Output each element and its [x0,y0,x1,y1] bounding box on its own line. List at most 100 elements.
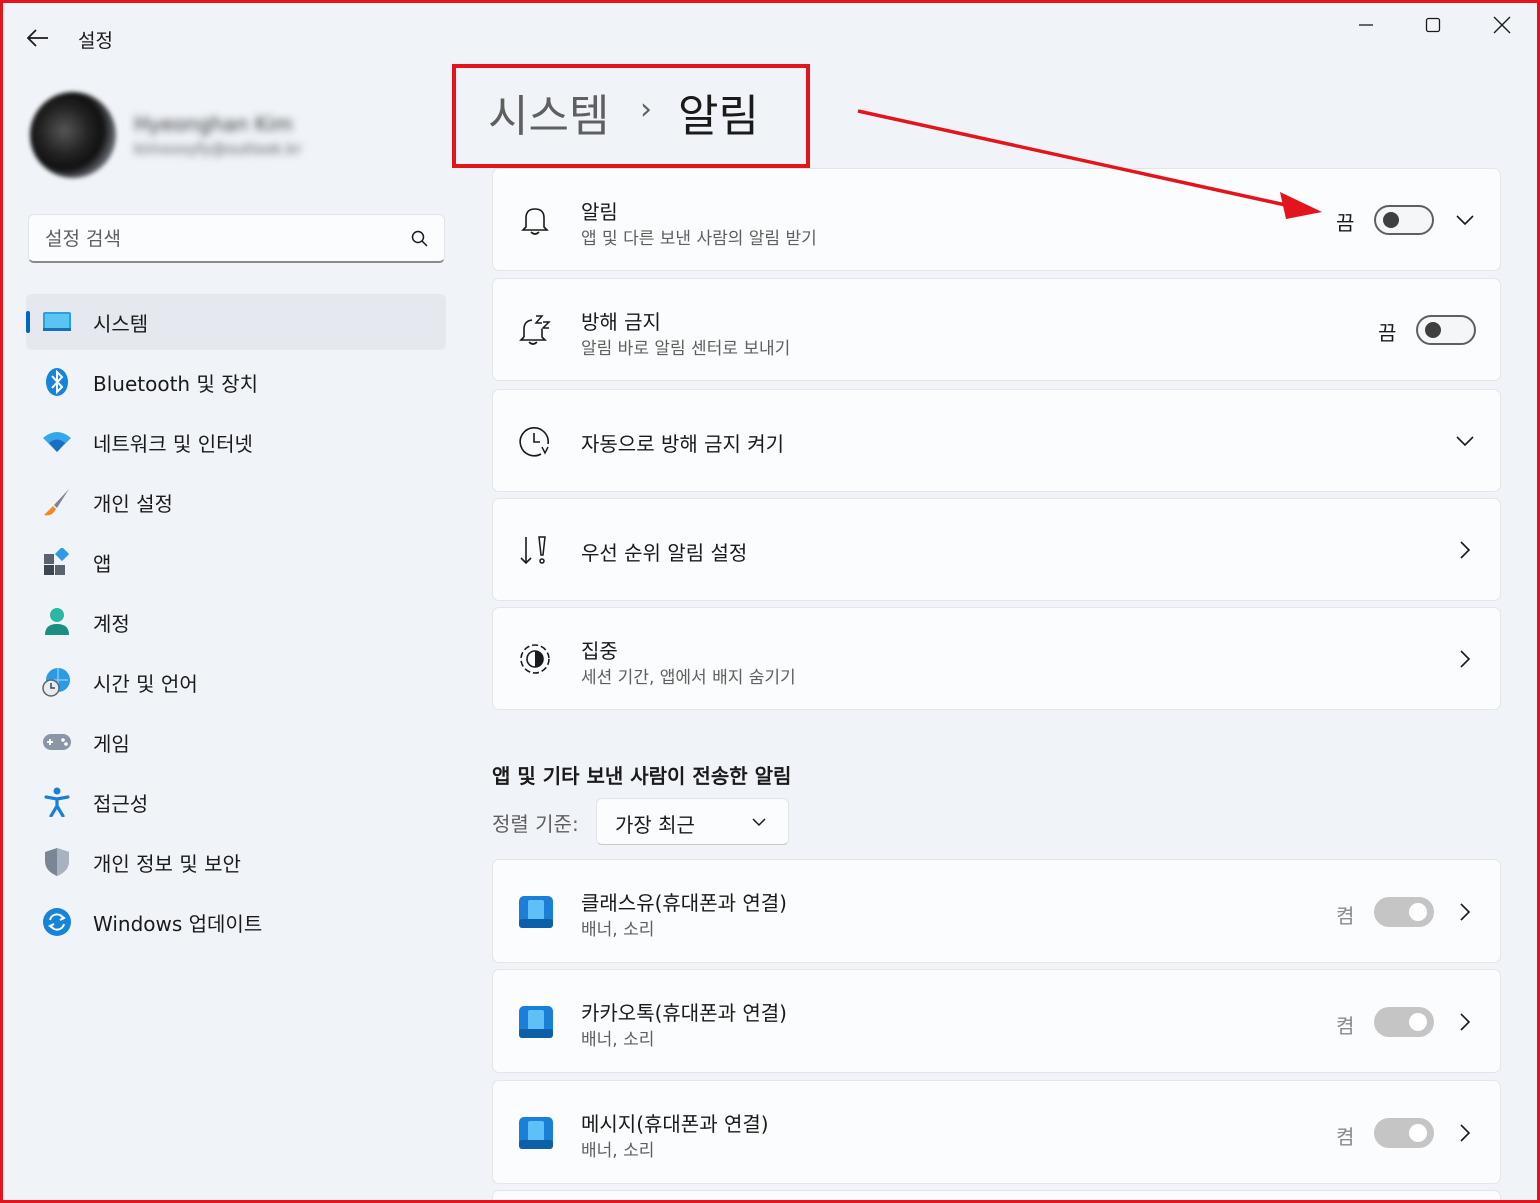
notifications-toggle[interactable] [1374,205,1434,235]
bluetooth-icon [42,367,72,397]
app-toggle[interactable] [1374,1007,1434,1037]
app-state: 켬 [1336,1014,1355,1038]
profile-name: Hyeonghan Kim [134,112,293,136]
phone-link-icon [519,1117,553,1149]
maximize-icon [1425,17,1441,33]
notifications-subtitle: 앱 및 다른 보낸 사람의 알림 받기 [581,229,817,249]
clock-icon [519,425,551,457]
search-input[interactable] [45,225,405,253]
chevron-right-icon[interactable] [1455,1012,1475,1032]
breadcrumb-separator: › [640,92,652,127]
close-button[interactable] [1482,10,1522,40]
sidebar-item-privacy[interactable]: 개인 정보 및 보안 [26,834,446,890]
maximize-button[interactable] [1413,10,1453,40]
chevron-right-icon[interactable] [1455,902,1475,922]
sidebar-item-accessibility[interactable]: 접근성 [26,774,446,830]
focus-subtitle: 세션 기간, 앱에서 배지 숨기기 [581,668,796,688]
focus-card[interactable]: 집중 세션 기간, 앱에서 배지 숨기기 [492,607,1501,710]
notifications-card[interactable]: 알림 앱 및 다른 보낸 사람의 알림 받기 끔 [492,168,1501,271]
sidebar-item-label: 시스템 [93,311,149,336]
toggle-knob [1409,1013,1427,1031]
apps-icon [42,547,72,577]
focus-title: 집중 [581,639,618,663]
auto-dnd-card[interactable]: 자동으로 방해 금지 켜기 [492,389,1501,492]
sidebar-item-label: Bluetooth 및 장치 [93,371,259,396]
app-name: 메시지(휴대폰과 연결) [581,1112,769,1136]
wifi-icon [42,427,72,457]
notifications-title: 알림 [581,200,618,224]
app-name: 클래스유(휴대폰과 연결) [581,891,787,915]
sort-label: 정렬 기준: [492,812,579,836]
breadcrumb-parent[interactable]: 시스템 [488,80,609,144]
gamepad-icon [42,727,72,757]
auto-dnd-title: 자동으로 방해 금지 켜기 [581,432,785,456]
chevron-right-icon[interactable] [1455,649,1475,669]
toggle-knob [1409,1124,1427,1142]
apps-section-title: 앱 및 기타 보낸 사람이 전송한 알림 [492,764,792,788]
sidebar-item-label: 앱 [93,551,112,576]
sidebar-item-label: 게임 [93,731,130,756]
app-row[interactable]: 메시지(휴대폰과 연결) 배너, 소리 켬 [492,1080,1501,1184]
sidebar-item-label: 네트워크 및 인터넷 [93,431,253,456]
avatar[interactable] [30,92,116,178]
chevron-down-icon [752,818,766,827]
app-toggle[interactable] [1374,1118,1434,1148]
system-icon [42,307,72,337]
search-box[interactable] [28,214,445,263]
bell-snooze-icon [519,314,551,346]
brush-icon [42,487,72,517]
toggle-knob [1383,212,1399,228]
shield-icon [42,847,72,877]
phone-link-icon [519,1006,553,1038]
close-icon [1493,16,1511,34]
sidebar-item-gaming[interactable]: 게임 [26,714,446,770]
chevron-down-icon[interactable] [1455,210,1475,230]
minimize-icon [1359,24,1373,26]
search-icon[interactable] [410,229,430,249]
chevron-down-icon[interactable] [1455,431,1475,451]
priority-card[interactable]: 우선 순위 알림 설정 [492,498,1501,601]
chevron-right-icon[interactable] [1455,1123,1475,1143]
window-title: 설정 [78,30,113,52]
sidebar-item-network[interactable]: 네트워크 및 인터넷 [26,414,446,470]
app-row[interactable]: 카카오톡(휴대폰과 연결) 배너, 소리 켬 [492,969,1501,1073]
sidebar-item-apps[interactable]: 앱 [26,534,446,590]
priority-title: 우선 순위 알림 설정 [581,541,748,565]
dnd-title: 방해 금지 [581,310,661,334]
minimize-button[interactable] [1346,10,1386,40]
sidebar-item-label: 개인 정보 및 보안 [93,851,241,876]
sidebar-item-accounts[interactable]: 계정 [26,594,446,650]
app-row[interactable]: 클래스유(휴대폰과 연결) 배너, 소리 켬 [492,859,1501,963]
dnd-subtitle: 알림 바로 알림 센터로 보내기 [581,339,791,359]
sidebar-item-personalization[interactable]: 개인 설정 [26,474,446,530]
app-toggle[interactable] [1374,897,1434,927]
sort-dropdown[interactable]: 가장 최근 [596,798,789,845]
sidebar-item-system[interactable]: 시스템 [26,294,446,350]
back-button[interactable] [22,22,54,54]
app-state: 켬 [1336,1125,1355,1149]
globe-clock-icon [42,667,72,697]
bell-icon [519,204,551,236]
back-arrow-icon [27,29,48,47]
dnd-card: 방해 금지 알림 바로 알림 센터로 보내기 끔 [492,278,1501,381]
app-row-partial[interactable] [492,1190,1501,1203]
phone-link-icon [519,896,553,928]
sort-value: 가장 최근 [615,813,695,837]
app-detail: 배너, 소리 [581,1030,655,1050]
dnd-toggle[interactable] [1416,315,1476,345]
focus-icon [519,643,551,675]
dnd-state: 끔 [1378,321,1397,345]
sidebar-item-label: 개인 설정 [93,491,173,516]
app-detail: 배너, 소리 [581,920,655,940]
profile-email: kimxxxyfy@outlook.kr [134,140,302,158]
accessibility-icon [42,787,72,817]
chevron-right-icon[interactable] [1455,540,1475,560]
sidebar-item-bluetooth[interactable]: Bluetooth 및 장치 [26,354,446,410]
sidebar-item-time-language[interactable]: 시간 및 언어 [26,654,446,710]
update-icon [42,907,72,937]
toggle-knob [1425,322,1441,338]
priority-icon [519,534,551,566]
sidebar-item-windows-update[interactable]: Windows 업데이트 [26,894,446,950]
sidebar-item-label: 계정 [93,611,130,636]
sidebar-item-label: 접근성 [93,791,149,816]
